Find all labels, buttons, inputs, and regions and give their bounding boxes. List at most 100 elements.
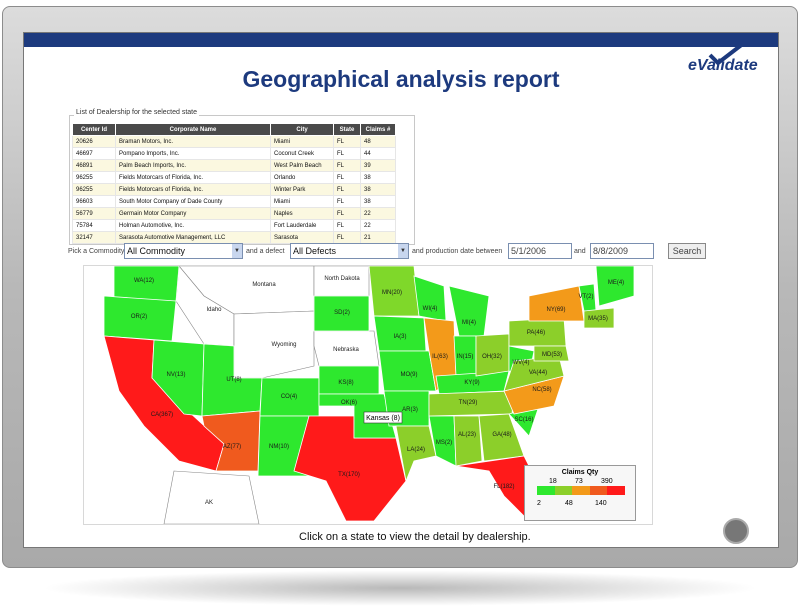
table-cell: 38 <box>360 195 396 208</box>
search-button[interactable]: Search <box>668 243 706 259</box>
state-label: MD(53) <box>542 352 562 358</box>
table-cell: 75784 <box>72 219 116 232</box>
table-cell: FL <box>333 183 361 196</box>
legend-title: Claims Qty <box>561 469 599 476</box>
state-label: AR(3) <box>402 407 418 413</box>
table-cell: 22 <box>360 219 396 232</box>
table-cell: Orlando <box>270 171 334 184</box>
table-cell: Palm Beach Imports, Inc. <box>115 159 271 172</box>
table-cell: 44 <box>360 147 396 160</box>
state-label: KS(8) <box>338 380 353 386</box>
date-label: and production date between <box>412 248 503 255</box>
map-tooltip: Kansas (8) <box>363 411 403 424</box>
table-row[interactable]: 46891 Palm Beach Imports, Inc. West Palm B… <box>72 159 396 172</box>
table-cell: 32147 <box>72 231 116 244</box>
state-label: WA(12) <box>134 278 154 284</box>
state-label: North Dakota <box>324 276 360 282</box>
table-cell: 39 <box>360 159 396 172</box>
table-cell: FL <box>333 135 361 148</box>
defect-value: All Defects <box>293 246 337 256</box>
table-cell: Holman Automotive, Inc. <box>115 219 271 232</box>
table-cell: 46891 <box>72 159 116 172</box>
state-mi[interactable] <box>448 285 490 337</box>
table-cell: West Palm Beach <box>270 159 334 172</box>
table-row[interactable]: 75784 Holman Automotive, Inc. Fort Lauderd… <box>72 219 396 232</box>
state-label: OH(32) <box>482 354 502 360</box>
table-cell: Fort Lauderdale <box>270 219 334 232</box>
state-label: NM(10) <box>269 444 289 450</box>
table-row[interactable]: 56779 Germain Motor Company Naples FL 22 <box>72 207 396 220</box>
column-header: City <box>270 123 334 136</box>
defect-select[interactable]: All Defects ▼ <box>290 243 409 259</box>
state-label: TN(29) <box>459 400 478 406</box>
table-row[interactable]: 96603 South Motor Company of Dade County M… <box>72 195 396 208</box>
table-cell: FL <box>333 231 361 244</box>
power-button-icon <box>723 518 749 544</box>
chevron-down-icon[interactable]: ▼ <box>398 244 408 258</box>
state-ak[interactable] <box>163 470 260 524</box>
state-label: OK(6) <box>341 400 357 406</box>
state-label: VT(2) <box>579 294 594 300</box>
state-ny[interactable] <box>528 285 585 322</box>
state-label: NV(13) <box>166 372 185 378</box>
column-header: Center Id <box>72 123 116 136</box>
screen: Geographical analysis report eValidate L… <box>23 32 779 548</box>
state-label: AL(23) <box>458 432 476 438</box>
state-wi[interactable] <box>413 275 447 322</box>
state-label: TX(170) <box>338 472 360 478</box>
table-cell: Germain Motor Company <box>115 207 271 220</box>
state-label: Idaho <box>206 307 222 313</box>
table-cell: Fields Motorcars of Florida, Inc. <box>115 183 271 196</box>
state-label: CA(367) <box>151 412 173 418</box>
state-label: ME(4) <box>608 280 624 286</box>
table-cell: 21 <box>360 231 396 244</box>
table-cell: FL <box>333 159 361 172</box>
and-label: and <box>574 248 586 255</box>
state-label: Nebraska <box>333 347 359 353</box>
map-caption: Click on a state to view the detail by d… <box>299 531 531 543</box>
end-date-input[interactable]: 8/8/2009 <box>590 243 654 259</box>
table-row[interactable]: 20626 Braman Motors, Inc. Miami FL 48 <box>72 135 396 148</box>
commodity-select[interactable]: All Commodity ▼ <box>124 243 243 259</box>
table-cell: Coconut Creek <box>270 147 334 160</box>
table-cell: 48 <box>360 135 396 148</box>
evalidate-logo: eValidate <box>688 41 758 75</box>
dealer-table: Center Id Corporate Name City State Claims #… <box>72 123 396 244</box>
table-cell: 46697 <box>72 147 116 160</box>
start-date-input[interactable]: 5/1/2006 <box>508 243 572 259</box>
legend-swatch <box>572 486 590 495</box>
state-label: WI(4) <box>423 306 438 312</box>
table-cell: 38 <box>360 183 396 196</box>
legend-bottom-value: 48 <box>565 500 573 507</box>
state-label: NY(69) <box>546 307 565 313</box>
table-row[interactable]: 96255 Fields Motorcars of Florida, Inc. Wi… <box>72 183 396 196</box>
dealer-list-legend: List of Dealership for the selected stat… <box>74 109 200 116</box>
state-label: KY(9) <box>464 380 479 386</box>
state-me[interactable] <box>595 266 635 307</box>
chevron-down-icon[interactable]: ▼ <box>232 244 242 258</box>
state-label: Montana <box>252 282 276 288</box>
table-cell: Braman Motors, Inc. <box>115 135 271 148</box>
state-label: MA(35) <box>588 316 608 322</box>
state-label: GA(48) <box>492 432 511 438</box>
table-row[interactable]: 32147 Sarasota Automotive Management, LLC… <box>72 231 396 244</box>
column-header: Corporate Name <box>115 123 271 136</box>
state-label: NC(58) <box>532 387 551 393</box>
commodity-label: Pick a Commodity <box>68 248 125 255</box>
state-label: UT(8) <box>226 377 241 383</box>
table-cell: FL <box>333 171 361 184</box>
table-cell: South Motor Company of Dade County <box>115 195 271 208</box>
state-label: IA(3) <box>393 334 406 340</box>
table-row[interactable]: 96255 Fields Motorcars of Florida, Inc. Or… <box>72 171 396 184</box>
state-label: WV(4) <box>513 360 530 366</box>
legend-top-value: 73 <box>575 478 583 485</box>
table-cell: Fields Motorcars of Florida, Inc. <box>115 171 271 184</box>
table-row[interactable]: 46697 Pompano Imports, Inc. Coconut Creek F… <box>72 147 396 160</box>
table-cell: FL <box>333 195 361 208</box>
state-al[interactable] <box>453 415 483 467</box>
table-cell: 38 <box>360 171 396 184</box>
state-mo[interactable] <box>378 350 437 392</box>
legend-swatch <box>554 486 573 495</box>
table-cell: Miami <box>270 195 334 208</box>
legend-bottom-value: 140 <box>595 500 607 507</box>
